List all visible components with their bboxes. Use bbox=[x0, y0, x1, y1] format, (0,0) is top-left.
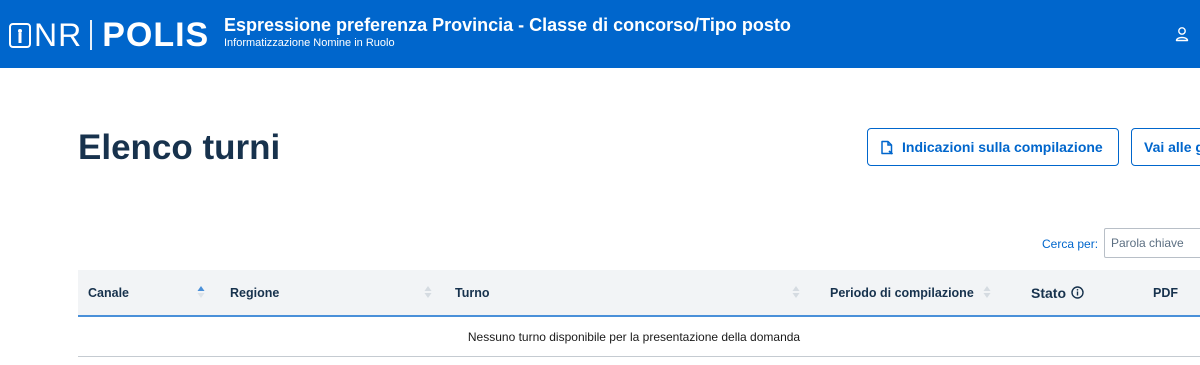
column-header-pdf: PDF bbox=[1153, 270, 1178, 315]
column-label: Canale bbox=[88, 285, 129, 300]
page-title: Elenco turni bbox=[78, 128, 281, 167]
goto-button[interactable]: Vai alle g bbox=[1131, 128, 1200, 166]
column-label: Regione bbox=[230, 285, 280, 300]
column-header-regione[interactable]: Regione bbox=[230, 270, 279, 315]
app-subtitle: Informatizzazione Nomine in Ruolo bbox=[224, 37, 395, 49]
logo-inr: NR bbox=[9, 19, 82, 51]
app-title: Espressione preferenza Provincia - Class… bbox=[224, 15, 791, 35]
inr-polis-logo[interactable]: NR POLIS bbox=[9, 17, 209, 53]
header-titles: Espressione preferenza Provincia - Class… bbox=[224, 15, 791, 50]
instructions-button[interactable]: Indicazioni sulla compilazione bbox=[867, 128, 1119, 166]
column-header-stato: Stato bbox=[1031, 270, 1084, 315]
column-label: Turno bbox=[455, 285, 490, 300]
user-icon[interactable] bbox=[1174, 26, 1190, 42]
table-empty-row: Nessuno turno disponibile per la present… bbox=[78, 317, 1200, 357]
logo-i-icon bbox=[9, 22, 31, 48]
column-label: Stato bbox=[1031, 284, 1066, 301]
logo-separator bbox=[90, 20, 93, 50]
column-label: Periodo di compilazione bbox=[830, 285, 974, 300]
app-header: NR POLIS Espressione preferenza Provinci… bbox=[0, 0, 1200, 68]
logo-prefix: NR bbox=[34, 17, 83, 53]
sort-icon[interactable] bbox=[983, 285, 991, 299]
empty-message: Nessuno turno disponibile per la present… bbox=[467, 329, 801, 344]
search-label: Cerca per: bbox=[1042, 237, 1099, 251]
logo-polis-text: POLIS bbox=[102, 16, 210, 54]
column-header-turno[interactable]: Turno bbox=[455, 270, 489, 315]
sort-icon[interactable] bbox=[424, 285, 432, 299]
column-label: PDF bbox=[1153, 285, 1178, 300]
column-header-periodo[interactable]: Periodo di compilazione bbox=[830, 270, 974, 315]
document-icon bbox=[881, 140, 894, 155]
search-input[interactable] bbox=[1104, 228, 1200, 258]
column-header-canale[interactable]: Canale bbox=[88, 270, 129, 315]
sort-icon[interactable] bbox=[792, 285, 800, 299]
turni-table: Canale Regione Turno Periodo di compilaz… bbox=[78, 270, 1200, 357]
instructions-button-label: Indicazioni sulla compilazione bbox=[902, 139, 1103, 155]
sort-asc-icon[interactable] bbox=[197, 285, 205, 299]
table-header: Canale Regione Turno Periodo di compilaz… bbox=[78, 270, 1200, 317]
info-icon[interactable] bbox=[1071, 286, 1084, 299]
goto-button-label: Vai alle g bbox=[1144, 139, 1200, 155]
